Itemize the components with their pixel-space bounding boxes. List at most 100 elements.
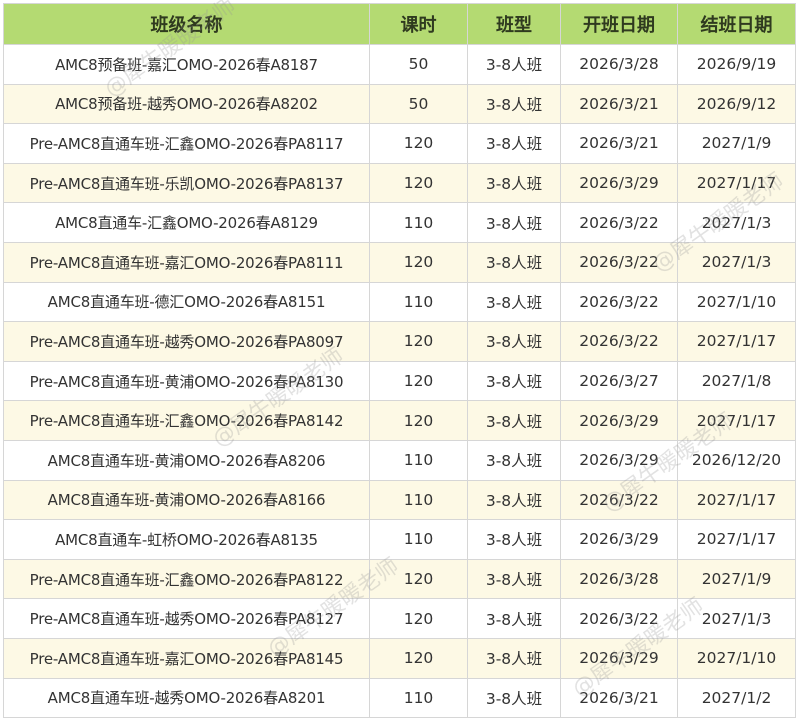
cell-class-name: AMC8直通车班-黄浦OMO-2026春A8166 xyxy=(3,479,370,521)
table-row: AMC8直通车班-德汇OMO-2026春A8151 110 3-8人班 2026/3/… xyxy=(3,281,796,323)
table-row: AMC8直通车-汇鑫OMO-2026春A8129 110 3-8人班 2026/3/2… xyxy=(3,202,796,243)
cell-end-date: 2027/1/2 xyxy=(677,677,796,719)
cell-class-type: 3-8人班 xyxy=(467,519,561,560)
cell-class-type: 3-8人班 xyxy=(467,637,561,679)
cell-class-type: 3-8人班 xyxy=(467,598,561,639)
table-row: Pre-AMC8直通车班-乐凯OMO-2026春PA8137 120 3-8人班 20… xyxy=(3,162,796,204)
cell-end-date: 2027/1/17 xyxy=(677,400,796,441)
cell-hours: 110 xyxy=(369,519,468,560)
cell-class-type: 3-8人班 xyxy=(467,439,561,481)
cell-class-name: AMC8直通车班-黄浦OMO-2026春A8206 xyxy=(3,439,370,481)
table-row: AMC8预备班-嘉汇OMO-2026春A8187 50 3-8人班 2026/3/28… xyxy=(3,44,796,85)
cell-start-date: 2026/3/21 xyxy=(560,83,678,125)
cell-class-name: Pre-AMC8直通车班-汇鑫OMO-2026春PA8122 xyxy=(3,558,370,600)
table-row: Pre-AMC8直通车班-嘉汇OMO-2026春PA8145 120 3-8人班 20… xyxy=(3,637,796,679)
cell-class-name: Pre-AMC8直通车班-嘉汇OMO-2026春PA8145 xyxy=(3,637,370,679)
header-class-name: 班级名称 xyxy=(3,3,370,45)
cell-end-date: 2027/1/10 xyxy=(677,637,796,679)
cell-end-date: 2027/1/9 xyxy=(677,558,796,600)
cell-class-type: 3-8人班 xyxy=(467,479,561,521)
cell-start-date: 2026/3/22 xyxy=(560,202,678,243)
cell-class-type: 3-8人班 xyxy=(467,558,561,600)
cell-start-date: 2026/3/29 xyxy=(560,162,678,204)
cell-hours: 50 xyxy=(369,44,468,85)
cell-hours: 110 xyxy=(369,677,468,719)
table-row: AMC8直通车班-黄浦OMO-2026春A8166 110 3-8人班 2026/3/… xyxy=(3,479,796,521)
cell-end-date: 2027/1/17 xyxy=(677,519,796,560)
cell-hours: 120 xyxy=(369,598,468,639)
cell-start-date: 2026/3/21 xyxy=(560,123,678,164)
table-row: Pre-AMC8直通车班-越秀OMO-2026春PA8097 120 3-8人班 20… xyxy=(3,321,796,362)
cell-start-date: 2026/3/29 xyxy=(560,519,678,560)
cell-hours: 120 xyxy=(369,637,468,679)
cell-hours: 110 xyxy=(369,479,468,521)
cell-class-name: AMC8预备班-越秀OMO-2026春A8202 xyxy=(3,83,370,125)
cell-class-name: Pre-AMC8直通车班-嘉汇OMO-2026春PA8111 xyxy=(3,241,370,283)
cell-class-name: AMC8直通车-汇鑫OMO-2026春A8129 xyxy=(3,202,370,243)
table-row: Pre-AMC8直通车班-嘉汇OMO-2026春PA8111 120 3-8人班 20… xyxy=(3,241,796,283)
cell-start-date: 2026/3/22 xyxy=(560,479,678,521)
cell-start-date: 2026/3/22 xyxy=(560,598,678,639)
cell-end-date: 2027/1/3 xyxy=(677,241,796,283)
header-end-date: 结班日期 xyxy=(677,3,796,45)
cell-class-type: 3-8人班 xyxy=(467,400,561,441)
cell-class-name: Pre-AMC8直通车班-乐凯OMO-2026春PA8137 xyxy=(3,162,370,204)
cell-end-date: 2027/1/17 xyxy=(677,162,796,204)
cell-end-date: 2027/1/8 xyxy=(677,360,796,402)
header-class-type: 班型 xyxy=(467,3,561,45)
cell-start-date: 2026/3/22 xyxy=(560,241,678,283)
cell-hours: 120 xyxy=(369,400,468,441)
table-row: Pre-AMC8直通车班-黄浦OMO-2026春PA8130 120 3-8人班 20… xyxy=(3,360,796,402)
header-start-date: 开班日期 xyxy=(560,3,678,45)
cell-end-date: 2026/9/12 xyxy=(677,83,796,125)
cell-start-date: 2026/3/29 xyxy=(560,439,678,481)
table-row: AMC8直通车-虹桥OMO-2026春A8135 110 3-8人班 2026/3/2… xyxy=(3,519,796,560)
cell-end-date: 2026/12/20 xyxy=(677,439,796,481)
table-row: Pre-AMC8直通车班-越秀OMO-2026春PA8127 120 3-8人班 20… xyxy=(3,598,796,639)
cell-hours: 110 xyxy=(369,439,468,481)
course-schedule-table: 班级名称 课时 班型 开班日期 结班日期 AMC8预备班-嘉汇OMO-2026春… xyxy=(3,3,796,719)
cell-start-date: 2026/3/28 xyxy=(560,44,678,85)
cell-class-name: Pre-AMC8直通车班-汇鑫OMO-2026春PA8142 xyxy=(3,400,370,441)
cell-hours: 120 xyxy=(369,241,468,283)
cell-end-date: 2027/1/3 xyxy=(677,598,796,639)
cell-class-name: Pre-AMC8直通车班-越秀OMO-2026春PA8127 xyxy=(3,598,370,639)
cell-end-date: 2026/9/19 xyxy=(677,44,796,85)
cell-end-date: 2027/1/10 xyxy=(677,281,796,323)
table-row: AMC8直通车班-黄浦OMO-2026春A8206 110 3-8人班 2026/3/… xyxy=(3,439,796,481)
table-row: AMC8预备班-越秀OMO-2026春A8202 50 3-8人班 2026/3/21… xyxy=(3,83,796,125)
cell-start-date: 2026/3/28 xyxy=(560,558,678,600)
cell-class-type: 3-8人班 xyxy=(467,677,561,719)
cell-class-type: 3-8人班 xyxy=(467,321,561,362)
cell-class-type: 3-8人班 xyxy=(467,202,561,243)
cell-end-date: 2027/1/17 xyxy=(677,321,796,362)
cell-class-type: 3-8人班 xyxy=(467,281,561,323)
cell-class-name: AMC8直通车-虹桥OMO-2026春A8135 xyxy=(3,519,370,560)
cell-hours: 110 xyxy=(369,281,468,323)
cell-end-date: 2027/1/3 xyxy=(677,202,796,243)
cell-class-name: AMC8直通车班-越秀OMO-2026春A8201 xyxy=(3,677,370,719)
cell-class-type: 3-8人班 xyxy=(467,162,561,204)
cell-hours: 110 xyxy=(369,202,468,243)
cell-start-date: 2026/3/29 xyxy=(560,637,678,679)
cell-class-type: 3-8人班 xyxy=(467,83,561,125)
cell-hours: 50 xyxy=(369,83,468,125)
table-header-row: 班级名称 课时 班型 开班日期 结班日期 xyxy=(3,3,796,45)
cell-start-date: 2026/3/27 xyxy=(560,360,678,402)
cell-class-name: Pre-AMC8直通车班-越秀OMO-2026春PA8097 xyxy=(3,321,370,362)
cell-start-date: 2026/3/22 xyxy=(560,281,678,323)
table-row: AMC8直通车班-越秀OMO-2026春A8201 110 3-8人班 2026/3/… xyxy=(3,677,796,719)
cell-hours: 120 xyxy=(369,360,468,402)
cell-start-date: 2026/3/29 xyxy=(560,400,678,441)
cell-hours: 120 xyxy=(369,321,468,362)
cell-hours: 120 xyxy=(369,123,468,164)
cell-class-type: 3-8人班 xyxy=(467,44,561,85)
cell-class-type: 3-8人班 xyxy=(467,360,561,402)
cell-hours: 120 xyxy=(369,162,468,204)
cell-end-date: 2027/1/17 xyxy=(677,479,796,521)
cell-end-date: 2027/1/9 xyxy=(677,123,796,164)
cell-start-date: 2026/3/22 xyxy=(560,321,678,362)
cell-start-date: 2026/3/21 xyxy=(560,677,678,719)
cell-class-type: 3-8人班 xyxy=(467,123,561,164)
cell-class-name: Pre-AMC8直通车班-汇鑫OMO-2026春PA8117 xyxy=(3,123,370,164)
